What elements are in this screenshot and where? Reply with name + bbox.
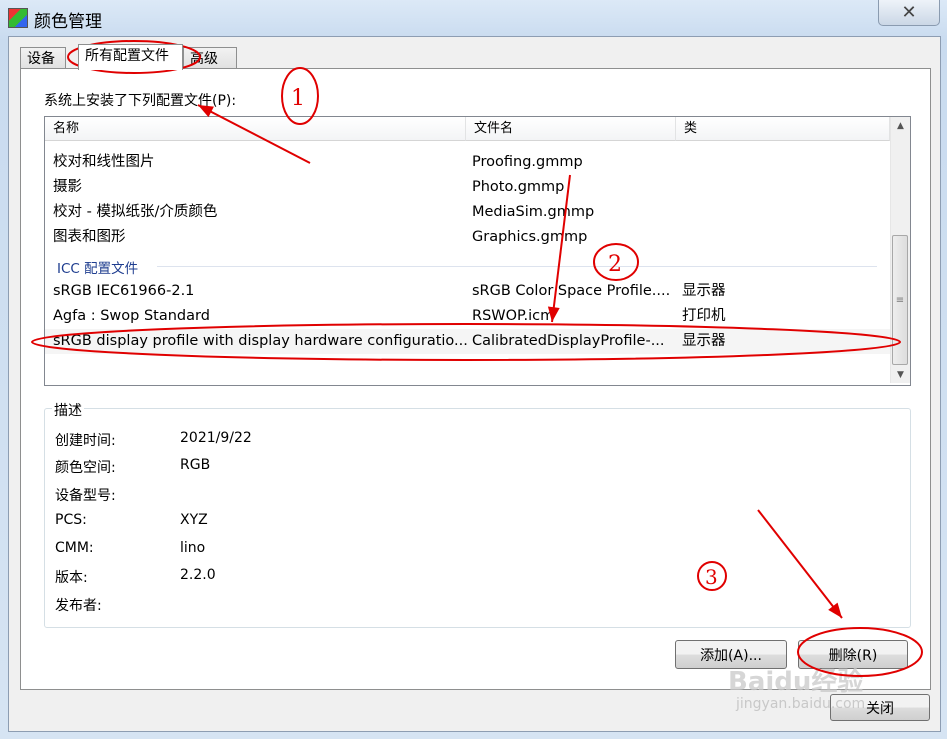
color-space-value: RGB [180, 457, 211, 473]
scroll-up-arrow-icon[interactable]: ▲ [891, 117, 910, 134]
profile-name: Agfa : Swop Standard [53, 308, 210, 324]
tab-advanced[interactable]: 高级 [183, 47, 237, 69]
title-bar: 颜色管理 ✕ [0, 0, 947, 36]
profile-filename: Graphics.gmmp [472, 229, 588, 245]
column-header-name[interactable]: 名称 [45, 117, 466, 141]
scroll-thumb[interactable]: ≡ [892, 235, 908, 365]
profile-filename: RSWOP.icm [472, 308, 555, 324]
list-item[interactable]: 校对和线性图片 Proofing.gmmp [45, 150, 891, 175]
tab-all-profiles[interactable]: 所有配置文件 [78, 44, 183, 70]
profile-name: sRGB IEC61966-2.1 [53, 283, 195, 299]
profile-filename: sRGB Color Space Profile.... [472, 283, 671, 299]
pcs-label: PCS: [55, 512, 87, 528]
profile-filename: Photo.gmmp [472, 179, 565, 195]
vertical-scrollbar[interactable]: ▲ ≡ ▼ [890, 117, 910, 383]
pcs-value: XYZ [180, 512, 208, 528]
list-item[interactable]: Agfa : Swop Standard RSWOP.icm 打印机 [45, 304, 891, 329]
column-header-class[interactable]: 类 [676, 117, 890, 141]
color-management-icon [8, 8, 28, 28]
baidu-watermark: Baidu经验 [728, 667, 864, 697]
scroll-down-arrow-icon[interactable]: ▼ [891, 366, 910, 383]
device-model-label: 设备型号: [55, 488, 116, 504]
version-label: 版本: [55, 570, 88, 586]
list-item[interactable]: 校对 - 模拟纸张/介质颜色 MediaSim.gmmp [45, 200, 891, 225]
installed-profiles-label: 系统上安装了下列配置文件(P): [44, 93, 237, 109]
list-item-selected[interactable]: sRGB display profile with display hardwa… [45, 329, 891, 354]
cmm-label: CMM: [55, 540, 94, 556]
profile-name: 摄影 [53, 179, 82, 195]
profile-class: 打印机 [682, 308, 726, 324]
profile-name: 图表和图形 [53, 229, 126, 245]
profile-class: 显示器 [682, 283, 726, 299]
created-label: 创建时间: [55, 433, 116, 449]
profile-name: sRGB display profile with display hardwa… [53, 333, 467, 349]
description-title: 描述 [52, 400, 84, 420]
group-divider [157, 266, 877, 267]
profile-filename: Proofing.gmmp [472, 154, 583, 170]
window-title: 颜色管理 [34, 12, 102, 32]
created-value: 2021/9/22 [180, 430, 252, 446]
profiles-list[interactable]: 名称 文件名 类 校对和线性图片 Proofing.gmmp 摄影 Photo.… [44, 116, 911, 386]
column-header-filename[interactable]: 文件名 [466, 117, 676, 141]
icc-group-header: ICC 配置文件 [57, 261, 139, 277]
description-group [44, 408, 911, 628]
publisher-label: 发布者: [55, 598, 102, 614]
color-space-label: 颜色空间: [55, 460, 116, 476]
list-item[interactable]: sRGB IEC61966-2.1 sRGB Color Space Profi… [45, 279, 891, 304]
baidu-watermark-url: jingyan.baidu.com [736, 696, 866, 712]
list-item[interactable]: 摄影 Photo.gmmp [45, 175, 891, 200]
profile-filename: MediaSim.gmmp [472, 204, 595, 220]
profile-name: 校对和线性图片 [53, 154, 155, 170]
window-close-button[interactable]: ✕ [878, 0, 940, 26]
list-item[interactable]: 图表和图形 Graphics.gmmp [45, 225, 891, 250]
profile-filename: CalibratedDisplayProfile-... [472, 333, 665, 349]
color-management-window: 颜色管理 ✕ 设备 所有配置文件 高级 系统上安装了下列配置文件(P): 名称 … [0, 0, 947, 739]
cmm-value: lino [180, 540, 206, 556]
tab-devices[interactable]: 设备 [20, 47, 66, 69]
version-value: 2.2.0 [180, 567, 216, 583]
profile-name: 校对 - 模拟纸张/介质颜色 [53, 204, 218, 220]
profile-class: 显示器 [682, 333, 726, 349]
